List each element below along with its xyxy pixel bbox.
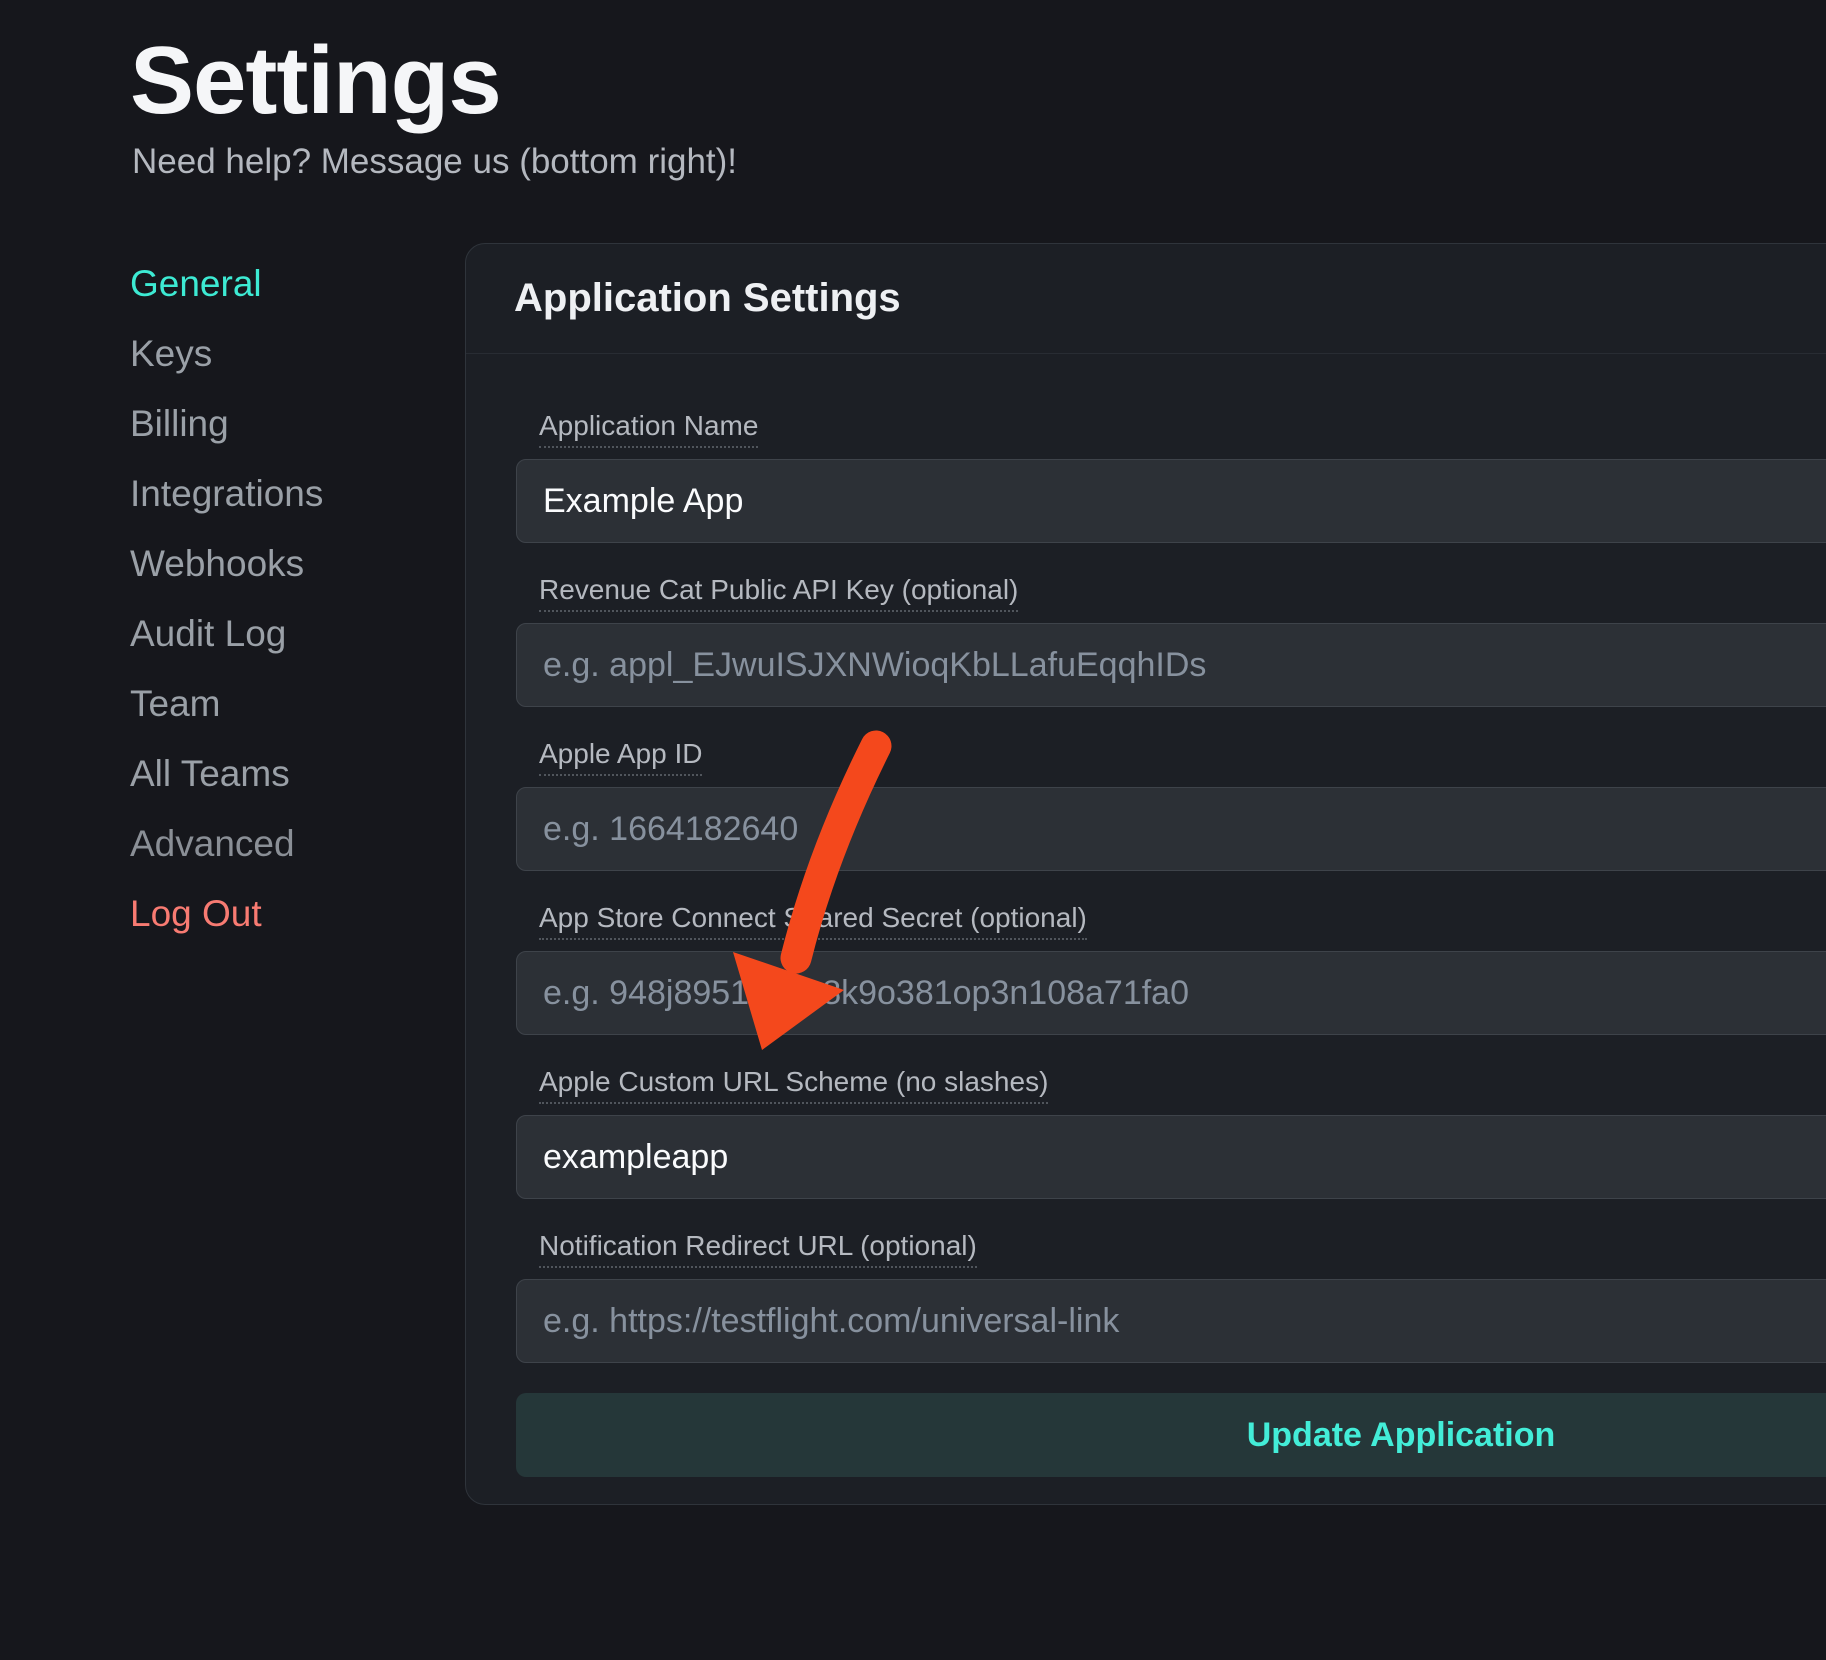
page-subtitle: Need help? Message us (bottom right)! <box>132 142 737 182</box>
page-title: Settings <box>130 26 501 136</box>
settings-sidebar: General Keys Billing Integrations Webhoo… <box>130 264 430 964</box>
field-label: Apple App ID <box>539 739 702 776</box>
sidebar-item[interactable]: Webhooks <box>130 544 304 584</box>
card-header: Application Settings <box>466 244 1826 354</box>
field-input[interactable] <box>516 623 1826 707</box>
sidebar-item[interactable]: Log Out <box>130 894 262 934</box>
form-field-group: App Store Connect Shared Secret (optiona… <box>516 903 1826 1035</box>
field-input[interactable] <box>516 1279 1826 1363</box>
sidebar-item[interactable]: Integrations <box>130 474 323 514</box>
field-label: Revenue Cat Public API Key (optional) <box>539 575 1018 612</box>
field-label: Application Name <box>539 411 758 448</box>
field-input[interactable] <box>516 951 1826 1035</box>
sidebar-item[interactable]: All Teams <box>130 754 290 794</box>
field-label: Notification Redirect URL (optional) <box>539 1231 977 1268</box>
card-body: Application Name Revenue Cat Public API … <box>466 354 1826 1506</box>
sidebar-item[interactable]: Audit Log <box>130 614 286 654</box>
form-field-group: Notification Redirect URL (optional) <box>516 1231 1826 1363</box>
field-label: App Store Connect Shared Secret (optiona… <box>539 903 1087 940</box>
card-title: Application Settings <box>514 276 901 321</box>
field-label: Apple Custom URL Scheme (no slashes) <box>539 1067 1048 1104</box>
field-input[interactable] <box>516 1115 1826 1199</box>
sidebar-item[interactable]: Keys <box>130 334 212 374</box>
application-settings-card: Application Settings Application Name Re… <box>465 243 1826 1505</box>
form-field-group: Apple App ID <box>516 739 1826 871</box>
sidebar-item[interactable]: General <box>130 264 262 304</box>
form-field-group: Application Name <box>516 411 1826 543</box>
field-input[interactable] <box>516 787 1826 871</box>
sidebar-item[interactable]: Billing <box>130 404 229 444</box>
sidebar-item[interactable]: Team <box>130 684 220 724</box>
form-field-group: Apple Custom URL Scheme (no slashes) <box>516 1067 1826 1199</box>
form-field-group: Revenue Cat Public API Key (optional) <box>516 575 1826 707</box>
update-application-button[interactable]: Update Application <box>516 1393 1826 1477</box>
sidebar-item[interactable]: Advanced <box>130 824 295 864</box>
field-input[interactable] <box>516 459 1826 543</box>
